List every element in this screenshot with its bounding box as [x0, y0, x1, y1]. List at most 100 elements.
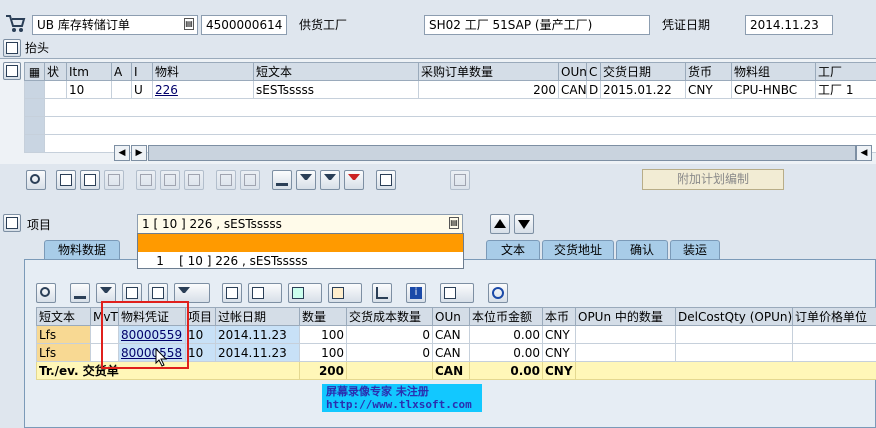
insert-button[interactable]: [104, 170, 124, 190]
tab-delivery-address[interactable]: 交货地址: [542, 240, 614, 259]
lock-button[interactable]: [160, 170, 180, 190]
history-view-button[interactable]: [288, 283, 322, 303]
cell-material[interactable]: 226: [152, 80, 254, 99]
details-button[interactable]: [26, 170, 46, 190]
history-total-button[interactable]: [122, 283, 142, 303]
filter-button[interactable]: [296, 170, 316, 190]
cell-delivery-date[interactable]: 2015.01.22: [600, 80, 686, 99]
item-collapse-button[interactable]: [3, 214, 21, 232]
history-print-button[interactable]: [222, 283, 242, 303]
copy-button[interactable]: [56, 170, 76, 190]
col-qty[interactable]: 数量: [299, 307, 347, 326]
empty-row[interactable]: [44, 116, 876, 135]
history-refresh-button[interactable]: [488, 283, 508, 303]
history-export-button[interactable]: [248, 283, 282, 303]
col-order-price-unit[interactable]: 订单价格单位: [792, 307, 876, 326]
select-all-icon[interactable]: ▦: [24, 62, 45, 81]
col-posting-date[interactable]: 过帐日期: [215, 307, 300, 326]
col-status[interactable]: 状: [44, 62, 67, 81]
empty-row[interactable]: [44, 98, 876, 117]
cell-a[interactable]: [111, 80, 132, 99]
copy-item-button[interactable]: [216, 170, 236, 190]
section-toggle-icon: [6, 42, 18, 54]
sort-asc-button[interactable]: [272, 170, 292, 190]
horizontal-scrollbar[interactable]: [148, 145, 856, 161]
scroll-left-button[interactable]: ◀: [114, 145, 130, 161]
row-selector[interactable]: [24, 98, 45, 117]
tab-shipping[interactable]: 装运: [670, 240, 720, 259]
items-collapse-button[interactable]: [3, 62, 21, 80]
history-filter-menu-button[interactable]: [174, 283, 210, 303]
delete-button[interactable]: [136, 170, 156, 190]
cell-c[interactable]: D: [586, 80, 601, 99]
col-delcostqty-opun[interactable]: DelCostQty (OPUn): [675, 307, 793, 326]
po-number-field[interactable]: 4500000614: [201, 15, 287, 35]
table-row[interactable]: [24, 98, 876, 117]
table-row[interactable]: 10 U 226 sESTsssss 200 CAN D 2015.01.22 …: [24, 80, 876, 99]
col-delcost-qty[interactable]: 交货成本数量: [346, 307, 433, 326]
dropdown-icon[interactable]: ▤: [184, 18, 194, 30]
header-expand-button[interactable]: [3, 39, 21, 57]
unlock-button[interactable]: [184, 170, 204, 190]
next-item-button[interactable]: [514, 214, 534, 234]
print-button[interactable]: [376, 170, 396, 190]
cell-itm[interactable]: 10: [66, 80, 112, 99]
tab-material-data[interactable]: 物料数据: [44, 240, 120, 259]
col-a[interactable]: A: [111, 62, 132, 81]
col-oun[interactable]: OUn: [432, 307, 470, 326]
col-short-text[interactable]: 短文本: [36, 307, 91, 326]
col-oun[interactable]: OUn: [558, 62, 587, 81]
row-selector[interactable]: [24, 80, 45, 99]
cell-material-group[interactable]: CPU-HNBC: [731, 80, 816, 99]
dropdown-option-selected[interactable]: 1 [ 10 ] 226 , sESTsssss: [138, 234, 463, 268]
tab-confirmation[interactable]: 确认: [616, 240, 668, 259]
additional-planning-button[interactable]: 附加计划编制: [642, 169, 784, 190]
history-info-button[interactable]: i: [406, 283, 426, 303]
col-local-amount[interactable]: 本位币金额: [469, 307, 543, 326]
paste-button[interactable]: [80, 170, 100, 190]
history-layout-button[interactable]: [328, 283, 362, 303]
cell-currency[interactable]: CNY: [685, 80, 732, 99]
col-local-currency[interactable]: 本币: [542, 307, 576, 326]
row-selector[interactable]: [24, 116, 45, 135]
col-opun-qty[interactable]: OPUn 中的数量: [575, 307, 676, 326]
delete-filter-button[interactable]: [344, 170, 364, 190]
doc-date-field[interactable]: 2014.11.23: [745, 15, 833, 35]
col-delivery-date[interactable]: 交货日期: [600, 62, 686, 81]
col-plant[interactable]: 工厂: [815, 62, 876, 81]
item-select[interactable]: 1 [ 10 ] 226 , sESTsssss ▤: [137, 214, 463, 234]
doc-type-select[interactable]: UB 库存转储订单 ▤: [32, 15, 198, 35]
vendor-plant-field[interactable]: SH02 工厂 51SAP (量产工厂): [424, 15, 650, 35]
col-currency[interactable]: 货币: [685, 62, 732, 81]
col-itm[interactable]: Itm: [66, 62, 112, 81]
dropdown-icon[interactable]: ▤: [449, 217, 459, 229]
history-chart-button[interactable]: [372, 283, 392, 303]
scroll-right-button[interactable]: ▶: [131, 145, 147, 161]
cell-short-text[interactable]: sESTsssss: [253, 80, 419, 99]
unlock-icon: [188, 174, 200, 186]
col-material-group[interactable]: 物料组: [731, 62, 816, 81]
cell-oun[interactable]: CAN: [558, 80, 587, 99]
col-short-text[interactable]: 短文本: [253, 62, 419, 81]
row-selector[interactable]: [24, 134, 45, 153]
col-item[interactable]: 项目: [185, 307, 216, 326]
cut-button[interactable]: [240, 170, 260, 190]
tab-text[interactable]: 文本: [486, 240, 540, 259]
cell-plant[interactable]: 工厂 1: [815, 80, 876, 99]
previous-item-button[interactable]: [490, 214, 510, 234]
history-details-button[interactable]: [36, 283, 56, 303]
history-sort-asc-button[interactable]: [70, 283, 90, 303]
col-c[interactable]: C: [586, 62, 601, 81]
table-row[interactable]: [24, 116, 876, 135]
filter-settings-button[interactable]: [320, 170, 340, 190]
history-subtotal-button[interactable]: [148, 283, 168, 303]
cell-qty[interactable]: 200: [418, 80, 559, 99]
col-material[interactable]: 物料: [152, 62, 254, 81]
col-po-qty[interactable]: 采购订单数量: [418, 62, 559, 81]
col-i[interactable]: I: [131, 62, 153, 81]
history-filter-button[interactable]: [96, 283, 116, 303]
scroll-end-button[interactable]: ◀: [856, 145, 872, 161]
cell-i[interactable]: U: [131, 80, 153, 99]
history-settings-button[interactable]: [440, 283, 474, 303]
settings-button[interactable]: [450, 170, 470, 190]
